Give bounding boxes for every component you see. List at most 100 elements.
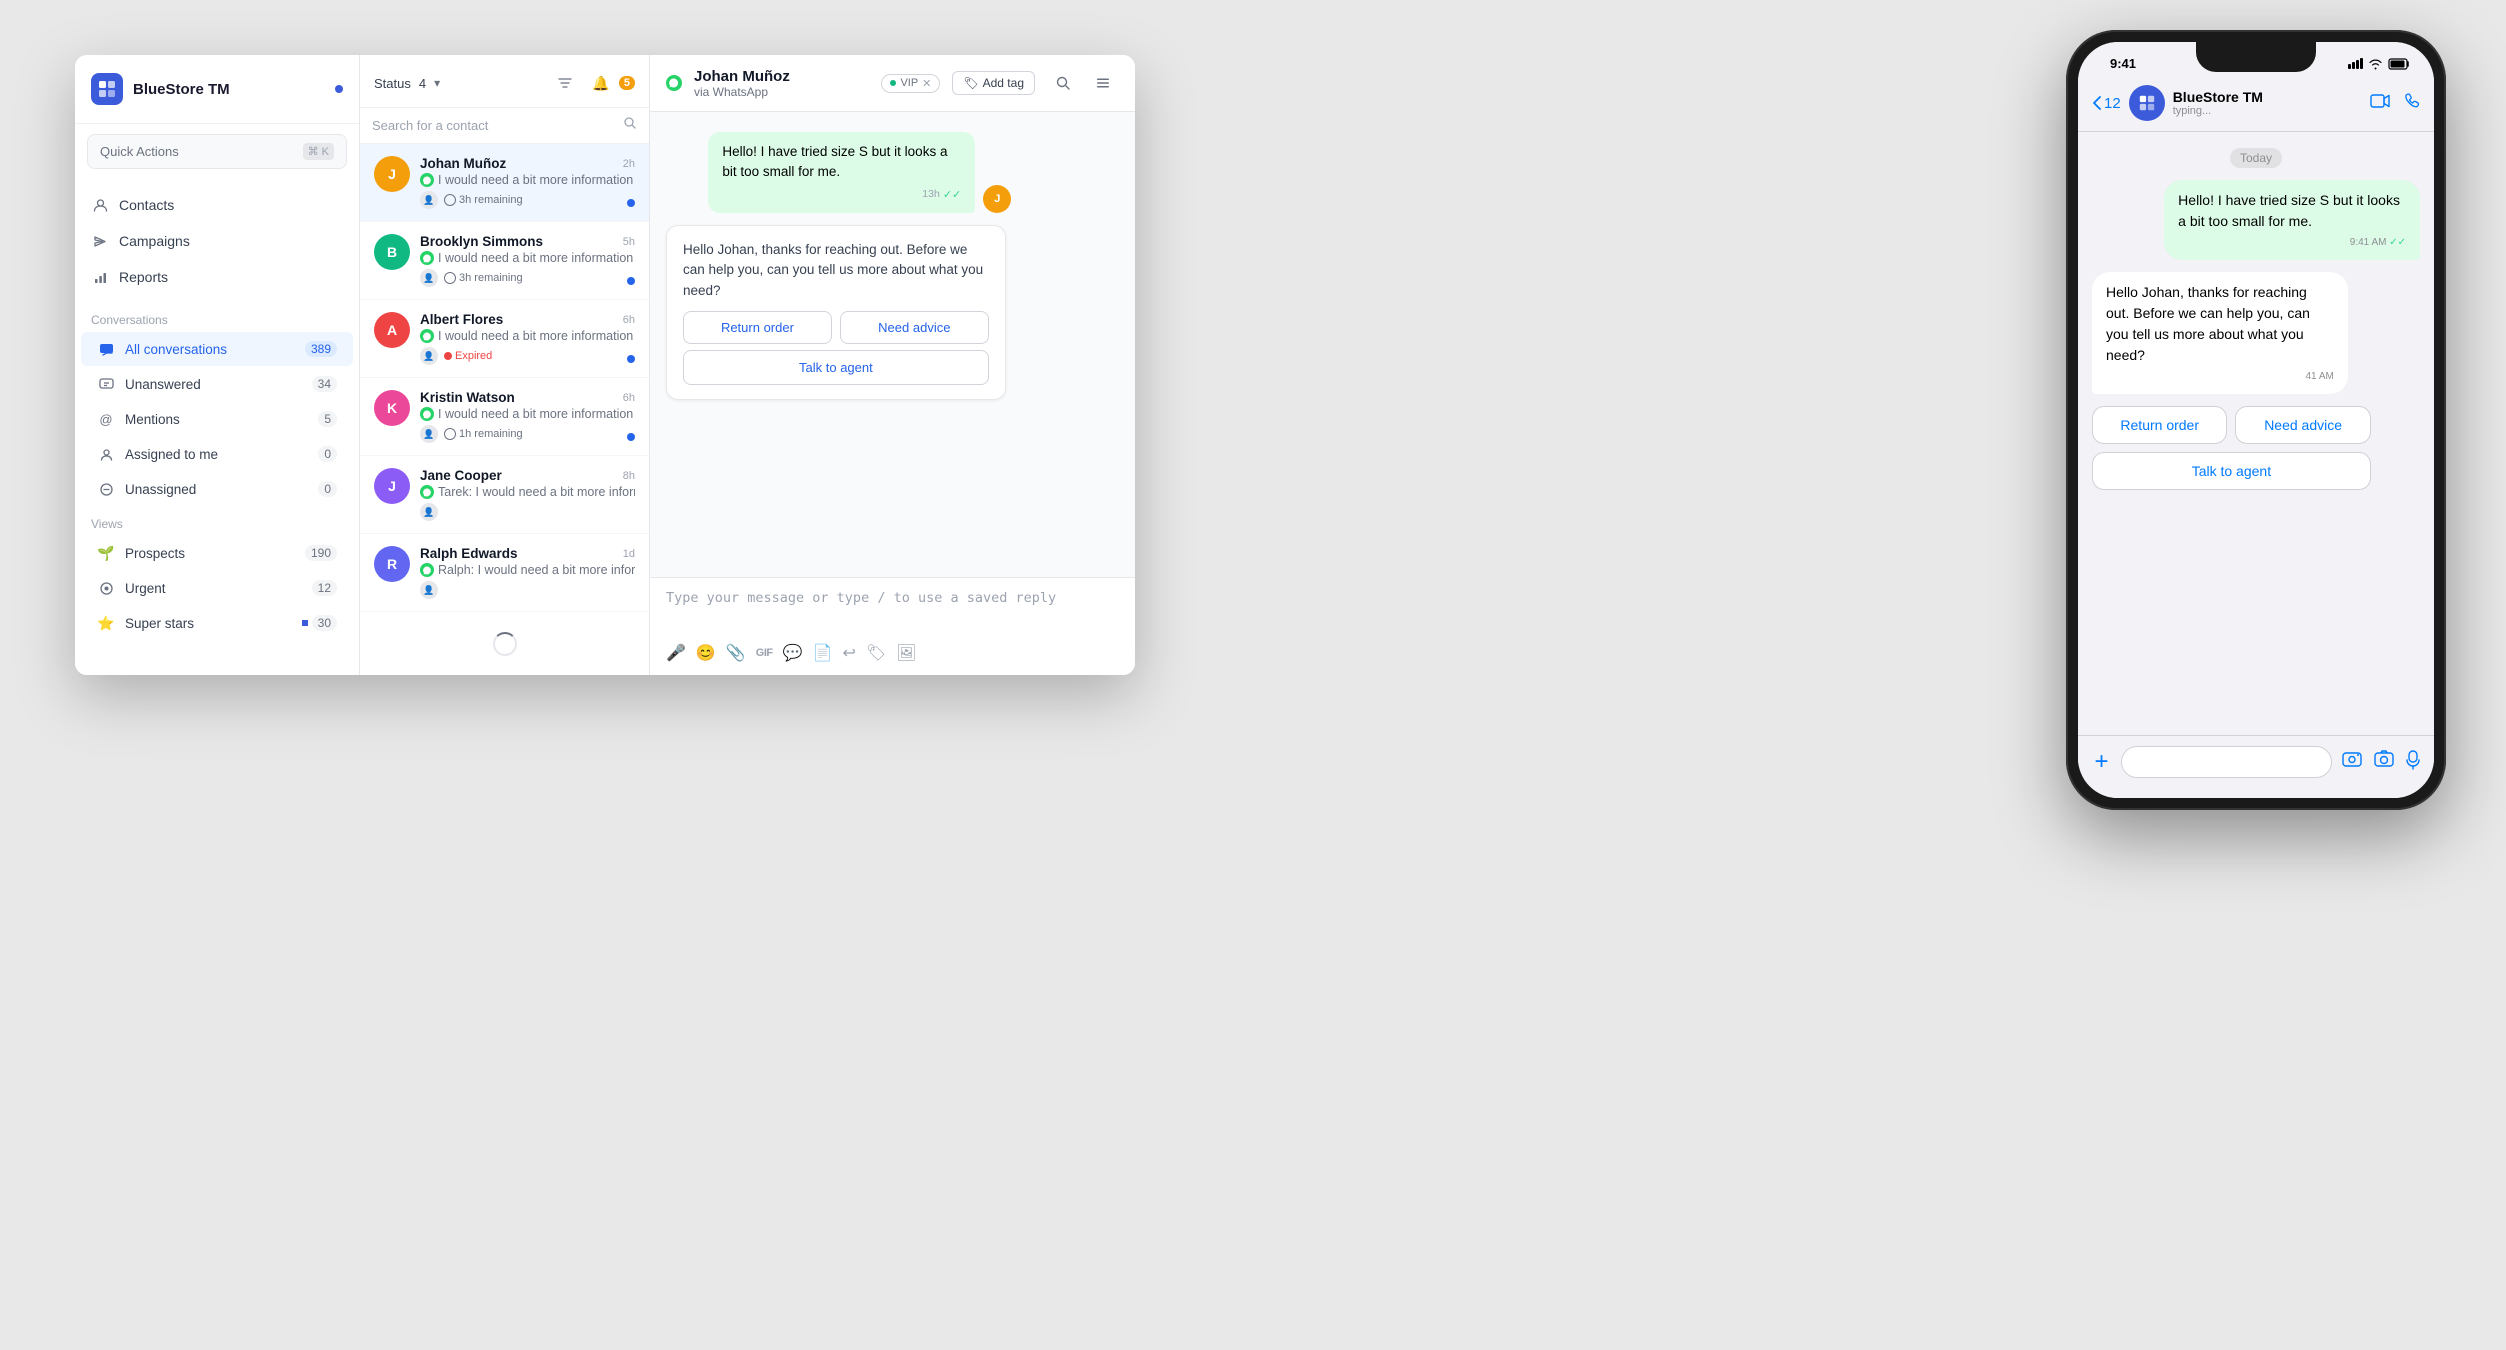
reports-label: Reports <box>119 269 168 285</box>
conv-preview: Tarek: I would need a bit more informati… <box>420 485 635 499</box>
iphone-talk-to-agent-button[interactable]: Talk to agent <box>2092 452 2371 490</box>
iphone-contact-status: typing... <box>2173 105 2362 117</box>
sidebar-item-unanswered[interactable]: Unanswered 34 <box>81 367 353 401</box>
conv-list-item[interactable]: R Ralph Edwards 1d Ralph: I would need a… <box>360 534 649 612</box>
sidebar-item-prospects[interactable]: 🌱 Prospects 190 <box>81 536 353 570</box>
sidebar-item-reports[interactable]: Reports <box>75 259 359 295</box>
gif-icon[interactable]: GIF <box>756 643 773 663</box>
add-tag-label: Add tag <box>983 76 1024 90</box>
wifi-icon <box>2368 58 2383 70</box>
conv-item-top: Kristin Watson 6h <box>420 390 635 405</box>
return-order-button[interactable]: Return order <box>683 311 832 344</box>
chat-header: Johan Muñoz via WhatsApp VIP ✕ 🏷 Add tag <box>650 55 1135 112</box>
vip-close-icon[interactable]: ✕ <box>922 77 931 90</box>
reports-icon <box>91 268 109 286</box>
agent-avatar: 👤 <box>420 503 438 521</box>
contacts-label: Contacts <box>119 197 174 213</box>
whatsapp-logo <box>666 75 682 91</box>
avatar: K <box>374 390 410 426</box>
iphone-header-actions <box>2370 93 2420 114</box>
chat-header-info: Johan Muñoz via WhatsApp <box>694 68 869 99</box>
iphone-need-advice-button[interactable]: Need advice <box>2235 406 2370 444</box>
conv-footer: 👤 3h remaining <box>420 191 635 209</box>
sidebar-item-unassigned[interactable]: Unassigned 0 <box>81 472 353 506</box>
avatar: B <box>374 234 410 270</box>
message-input[interactable] <box>666 590 1119 630</box>
unassigned-icon <box>97 480 115 498</box>
sidebar-item-all-conversations[interactable]: All conversations 389 <box>81 332 353 366</box>
search-chat-icon[interactable] <box>1047 67 1079 99</box>
conv-list-item[interactable]: A Albert Flores 6h I would need a bit mo… <box>360 300 649 378</box>
conv-list-item[interactable]: J Jane Cooper 8h Tarek: I would need a b… <box>360 456 649 534</box>
talk-to-agent-button[interactable]: Talk to agent <box>683 350 989 385</box>
iphone-received-time: 41 AM <box>2106 369 2334 384</box>
microphone-icon[interactable]: 🎤 <box>666 643 686 663</box>
iphone-message-input[interactable] <box>2121 746 2332 778</box>
conv-list-item[interactable]: J Johan Muñoz 2h I would need a bit more… <box>360 144 649 222</box>
template-icon[interactable]: 💬 <box>783 643 803 663</box>
sidebar-item-urgent[interactable]: Urgent 12 <box>81 571 353 605</box>
unassigned-label: Unassigned <box>125 482 308 497</box>
sidebar-item-campaigns[interactable]: Campaigns <box>75 223 359 259</box>
iphone-back-button[interactable]: 12 <box>2092 95 2121 112</box>
add-tag-button[interactable]: 🏷 Add tag <box>952 71 1035 95</box>
online-indicator <box>335 85 343 93</box>
iphone-frame: 9:41 <box>2066 30 2446 810</box>
iphone-phone-icon[interactable] <box>2404 93 2420 114</box>
message-sent-wrapper: Hello! I have tried size S but it looks … <box>666 132 1119 213</box>
unanswered-badge: 34 <box>312 376 337 392</box>
search-input[interactable] <box>372 118 615 133</box>
assigned-to-me-label: Assigned to me <box>125 447 308 462</box>
whatsapp-icon <box>420 251 434 265</box>
chevron-down-icon[interactable]: ▾ <box>434 76 440 90</box>
iphone-camera-sticker-icon[interactable] <box>2342 750 2362 775</box>
quick-actions-button[interactable]: Quick Actions ⌘ K <box>87 134 347 169</box>
message-bubble-sent: Hello! I have tried size S but it looks … <box>708 132 975 213</box>
conv-list-item[interactable]: K Kristin Watson 6h I would need a bit m… <box>360 378 649 456</box>
agent-avatar: 👤 <box>420 191 438 209</box>
iphone-microphone-icon[interactable] <box>2406 750 2420 775</box>
iphone-video-icon[interactable] <box>2370 93 2390 114</box>
image-icon[interactable]: 🖼 <box>896 643 916 663</box>
conv-preview: I would need a bit more information if t… <box>420 329 635 343</box>
conv-item-top: Johan Muñoz 2h <box>420 156 635 171</box>
sidebar: BlueStore TM Quick Actions ⌘ K Contacts … <box>75 55 360 675</box>
iphone-messages: Today Hello! I have tried size S but it … <box>2078 132 2434 735</box>
spinner <box>493 632 517 656</box>
iphone-contact-avatar <box>2129 85 2165 121</box>
label-icon[interactable]: 🏷 <box>866 643 886 663</box>
filter-icon[interactable] <box>551 69 579 97</box>
file-icon[interactable]: 📄 <box>813 643 833 663</box>
status-label: Status <box>374 76 411 91</box>
unread-dot <box>627 433 635 441</box>
iphone-sent-text: Hello! I have tried size S but it looks … <box>2178 192 2400 229</box>
iphone-add-button[interactable]: + <box>2092 747 2111 777</box>
conv-list-header: Status 4 ▾ 🔔 5 <box>360 55 649 108</box>
sidebar-header: BlueStore TM <box>75 55 359 124</box>
iphone-chat-header: 12 BlueStore TM typing... <box>2078 79 2434 132</box>
avatar: J <box>374 468 410 504</box>
iphone-time: 9:41 <box>2102 56 2136 71</box>
conversations-section-label: Conversations <box>75 303 359 331</box>
sidebar-item-contacts[interactable]: Contacts <box>75 187 359 223</box>
conv-list-item[interactable]: B Brooklyn Simmons 5h I would need a bit… <box>360 222 649 300</box>
vip-badge[interactable]: VIP ✕ <box>881 74 940 93</box>
bot-message-area: Hello Johan, thanks for reaching out. Be… <box>666 225 1006 400</box>
sidebar-item-mentions[interactable]: @ Mentions 5 <box>81 402 353 436</box>
avatar: R <box>374 546 410 582</box>
iphone-camera-icon[interactable] <box>2374 750 2394 775</box>
campaigns-label: Campaigns <box>119 233 190 249</box>
reply-icon[interactable]: ↩ <box>842 643 855 663</box>
contact-name: Johan Muñoz <box>420 156 506 171</box>
emoji-icon[interactable]: 😊 <box>696 643 716 663</box>
sidebar-item-assigned-to-me[interactable]: Assigned to me 0 <box>81 437 353 471</box>
bell-icon[interactable]: 🔔 <box>587 69 615 97</box>
attachment-icon[interactable]: 📎 <box>726 643 746 663</box>
more-options-icon[interactable] <box>1087 67 1119 99</box>
conv-footer: 👤 <box>420 581 635 599</box>
prospects-icon: 🌱 <box>97 544 115 562</box>
conv-time: 5h <box>623 236 635 248</box>
need-advice-button[interactable]: Need advice <box>840 311 989 344</box>
sidebar-item-superstars[interactable]: ⭐ Super stars 30 <box>81 606 353 640</box>
iphone-return-order-button[interactable]: Return order <box>2092 406 2227 444</box>
